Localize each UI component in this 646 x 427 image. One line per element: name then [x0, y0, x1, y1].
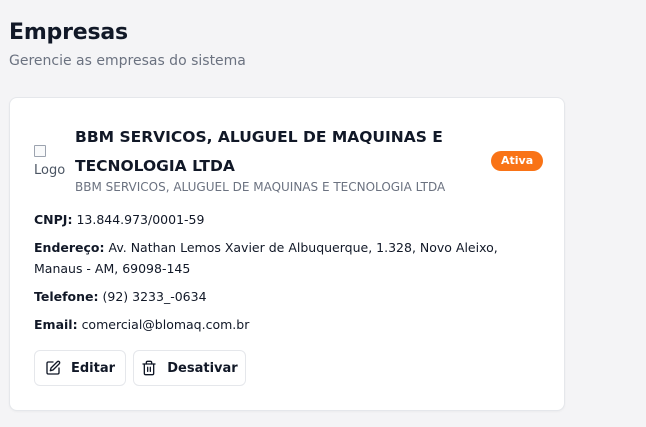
company-name: BBM SERVICOS, ALUGUEL DE MAQUINAS E TECN…	[75, 128, 443, 175]
cnpj-label: CNPJ:	[34, 212, 73, 227]
address-label: Endereço:	[34, 240, 105, 255]
trash-icon	[142, 360, 156, 376]
deactivate-button-label: Desativar	[167, 360, 238, 376]
phone-row: Telefone: (92) 3233_-0634	[34, 286, 544, 307]
address-row: Endereço: Av. Nathan Lemos Xavier de Alb…	[34, 237, 544, 279]
page-title: Empresas	[9, 20, 128, 45]
email-row: Email: comercial@blomaq.com.br	[34, 314, 544, 335]
logo-alt-text: Logo	[34, 163, 66, 178]
page: Empresas Gerencie as empresas do sistema…	[0, 0, 646, 427]
edit-button-label: Editar	[70, 360, 116, 376]
edit-button[interactable]: Editar	[34, 350, 126, 386]
broken-image-icon	[34, 145, 46, 157]
deactivate-button[interactable]: Desativar	[133, 350, 246, 386]
cnpj-row: CNPJ: 13.844.973/0001-59	[34, 209, 544, 230]
company-legal-name: BBM SERVICOS, ALUGUEL DE MAQUINAS E TECN…	[75, 180, 446, 194]
email-value: comercial@blomaq.com.br	[81, 317, 250, 332]
page-subtitle: Gerencie as empresas do sistema	[9, 53, 246, 69]
edit-icon	[46, 360, 61, 375]
cnpj-value: 13.844.973/0001-59	[76, 212, 205, 227]
company-card: Logo BBM SERVICOS, ALUGUEL DE MAQUINAS E…	[9, 97, 565, 411]
company-logo: Logo	[34, 144, 67, 178]
phone-value: (92) 3233_-0634	[102, 289, 207, 304]
email-label: Email:	[34, 317, 78, 332]
phone-label: Telefone:	[34, 289, 99, 304]
status-badge: Ativa	[491, 151, 544, 171]
